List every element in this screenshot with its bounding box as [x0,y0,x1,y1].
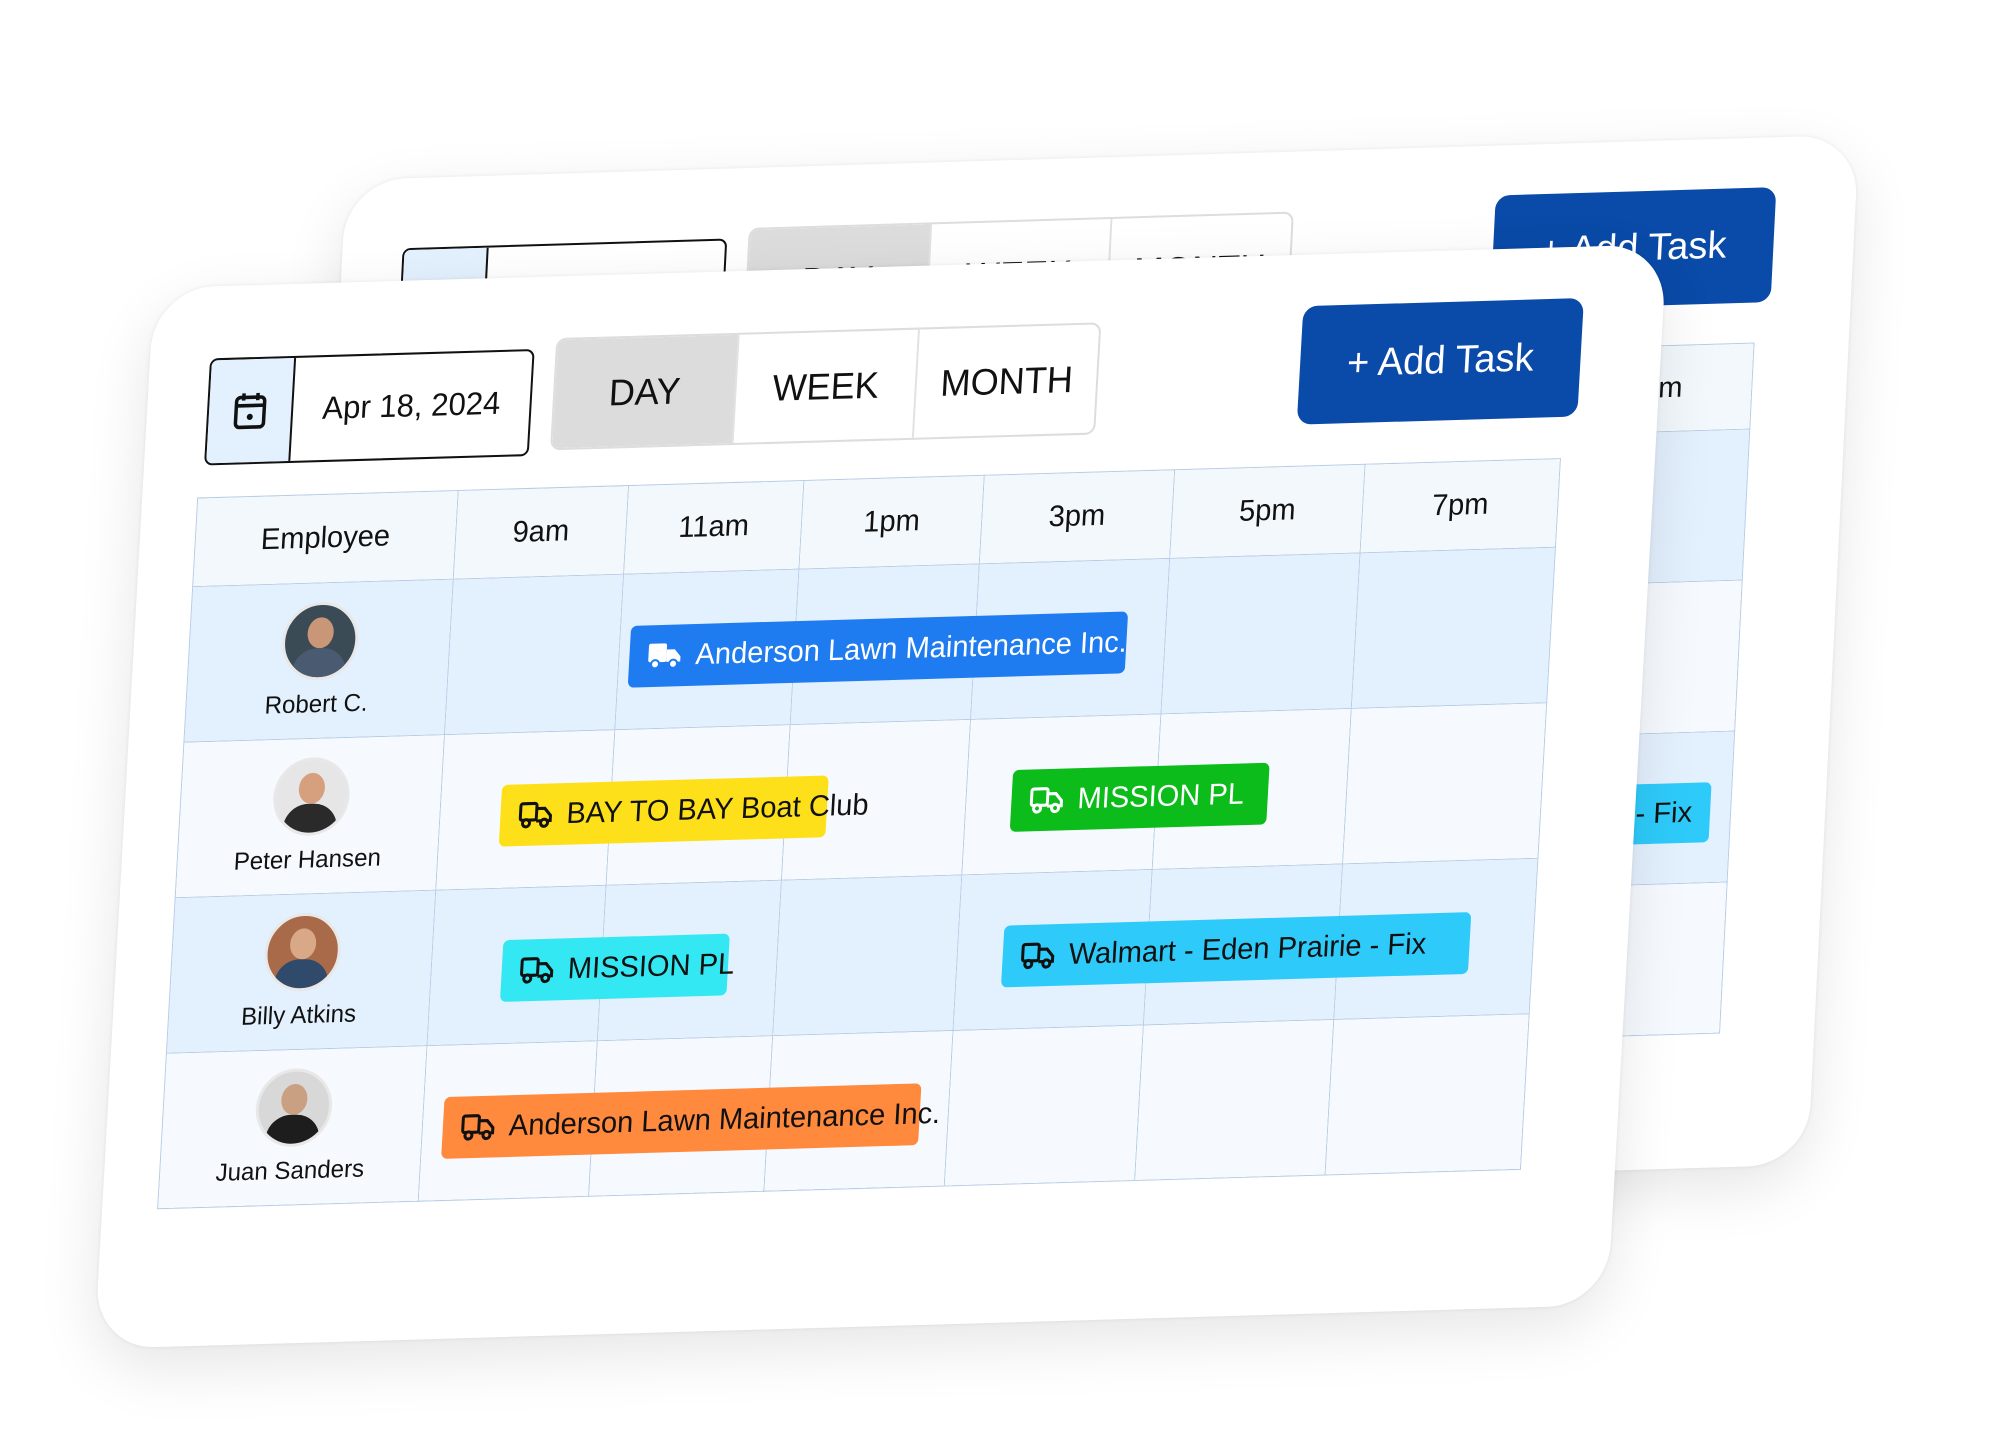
column-header: 1pm [798,475,985,570]
truck-icon [520,957,554,984]
column-header: 7pm [1360,458,1561,553]
date-value[interactable]: Apr 18, 2024 [290,351,532,461]
view-toggle: DAY WEEK MONTH [550,322,1102,451]
tab-week[interactable]: WEEK [733,329,921,443]
truck-icon [648,643,681,670]
employee-name: Juan Sanders [214,1154,365,1188]
truck-icon [1029,787,1064,814]
column-header: 11am [623,480,804,575]
column-header: Employee [192,490,459,587]
tab-month[interactable]: MONTH [914,324,1099,437]
avatar [253,1067,334,1148]
truck-icon [1021,942,1055,970]
task-chip[interactable]: MISSION PL [1009,762,1270,832]
employee-name: Robert C. [263,689,369,720]
schedule-card: Apr 18, 2024 DAY WEEK MONTH + Add Task E… [94,244,1668,1349]
schedule-grid: Employee 9am 11am 1pm 3pm 5pm 7pm Robert… [157,458,1561,1209]
truck-icon [461,1114,495,1141]
task-chip[interactable]: MISSION PL [499,933,735,1002]
date-picker[interactable]: Apr 18, 2024 [204,348,535,466]
column-header: 9am [453,485,629,580]
employee-name: Peter Hansen [233,843,382,876]
avatar [279,600,360,682]
column-header: 5pm [1169,464,1366,559]
column-header: 3pm [979,469,1175,564]
task-chip[interactable]: BAY TO BAY Boat Club [498,775,870,847]
avatar [261,911,343,993]
tab-day[interactable]: DAY [552,334,740,449]
employee-name: Billy Atkins [240,999,357,1032]
avatar [270,756,352,837]
truck-icon [518,801,552,829]
calendar-icon[interactable] [206,357,297,464]
add-task-button[interactable]: + Add Task [1296,298,1584,425]
